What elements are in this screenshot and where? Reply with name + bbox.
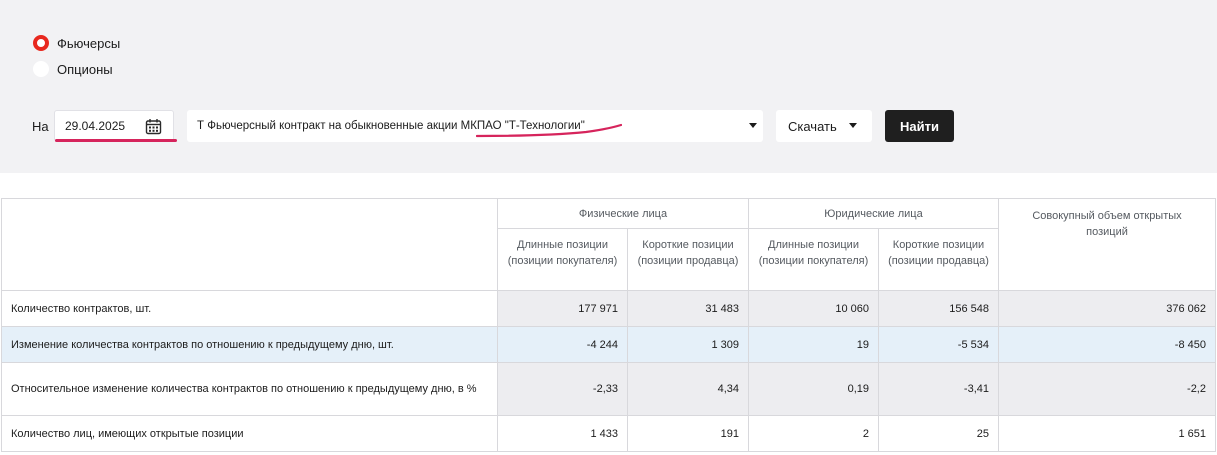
header-legal-long: Длинные позиции (позиции покупателя)	[748, 228, 879, 291]
cell-value: 10 060	[748, 290, 879, 327]
cell-value: 2	[748, 415, 879, 452]
chevron-down-icon	[749, 123, 757, 128]
radio-checked-icon	[33, 35, 49, 51]
cell-value: 156 548	[878, 290, 999, 327]
cell-value: 1 433	[497, 415, 628, 452]
download-label: Скачать	[788, 118, 837, 134]
row-label: Количество контрактов, шт.	[1, 290, 498, 327]
cell-value: 25	[878, 415, 999, 452]
open-positions-table: Физические лица Юридические лица Совокуп…	[1, 198, 1216, 452]
cell-value: 376 062	[998, 290, 1216, 327]
header-legal-entities: Юридические лица	[748, 198, 999, 229]
find-button-label: Найти	[900, 118, 939, 134]
row-label: Изменение количества контрактов по отнош…	[1, 326, 498, 363]
cell-value: 0,19	[748, 362, 879, 416]
header-empty	[1, 198, 498, 291]
table-row: Количество контрактов, шт. 177 971 31 48…	[1, 290, 1216, 327]
header-individuals-short: Короткие позиции (позиции продавца)	[627, 228, 749, 291]
cell-value: -8 450	[998, 326, 1216, 363]
cell-value: -5 534	[878, 326, 999, 363]
radio-futures[interactable]: Фьючерсы	[33, 35, 120, 51]
header-legal-short: Короткие позиции (позиции продавца)	[878, 228, 999, 291]
header-individuals-long: Длинные позиции (позиции покупателя)	[497, 228, 628, 291]
calendar-icon[interactable]	[145, 118, 162, 135]
header-individuals: Физические лица	[497, 198, 749, 229]
cell-value: -4 244	[497, 326, 628, 363]
find-button[interactable]: Найти	[885, 110, 954, 142]
table-row: Количество лиц, имеющих открытые позиции…	[1, 415, 1216, 452]
radio-futures-label: Фьючерсы	[57, 35, 121, 51]
cell-value: 31 483	[627, 290, 749, 327]
download-dropdown[interactable]: Скачать	[776, 110, 872, 142]
date-label: На	[32, 119, 49, 134]
radio-unchecked-icon	[33, 61, 49, 77]
table-row: Изменение количества контрактов по отнош…	[1, 326, 1216, 363]
cell-value: 191	[627, 415, 749, 452]
cell-value: -3,41	[878, 362, 999, 416]
date-value: 29.04.2025	[65, 119, 126, 133]
contract-select[interactable]: Т Фьючерсный контракт на обыкновенные ак…	[187, 110, 763, 142]
cell-value: 19	[748, 326, 879, 363]
chevron-down-icon	[849, 123, 857, 128]
row-label: Относительное изменение количества контр…	[1, 362, 498, 416]
cell-value: -2,33	[497, 362, 628, 416]
table-row: Относительное изменение количества контр…	[1, 362, 1216, 416]
cell-value: 1 651	[998, 415, 1216, 452]
filter-panel: Фьючерсы Опционы На 29.04.2025 Т Фьючерс…	[0, 0, 1217, 173]
radio-options[interactable]: Опционы	[33, 61, 113, 77]
row-label: Количество лиц, имеющих открытые позиции	[1, 415, 498, 452]
header-total: Совокупный объем открытых позиций	[998, 198, 1216, 291]
cell-value: -2,2	[998, 362, 1216, 416]
date-input[interactable]: 29.04.2025	[54, 110, 174, 142]
cell-value: 1 309	[627, 326, 749, 363]
date-annotation-underline	[55, 139, 177, 142]
contract-annotation-underline	[476, 123, 622, 138]
radio-options-label: Опционы	[57, 61, 113, 77]
cell-value: 177 971	[497, 290, 628, 327]
cell-value: 4,34	[627, 362, 749, 416]
